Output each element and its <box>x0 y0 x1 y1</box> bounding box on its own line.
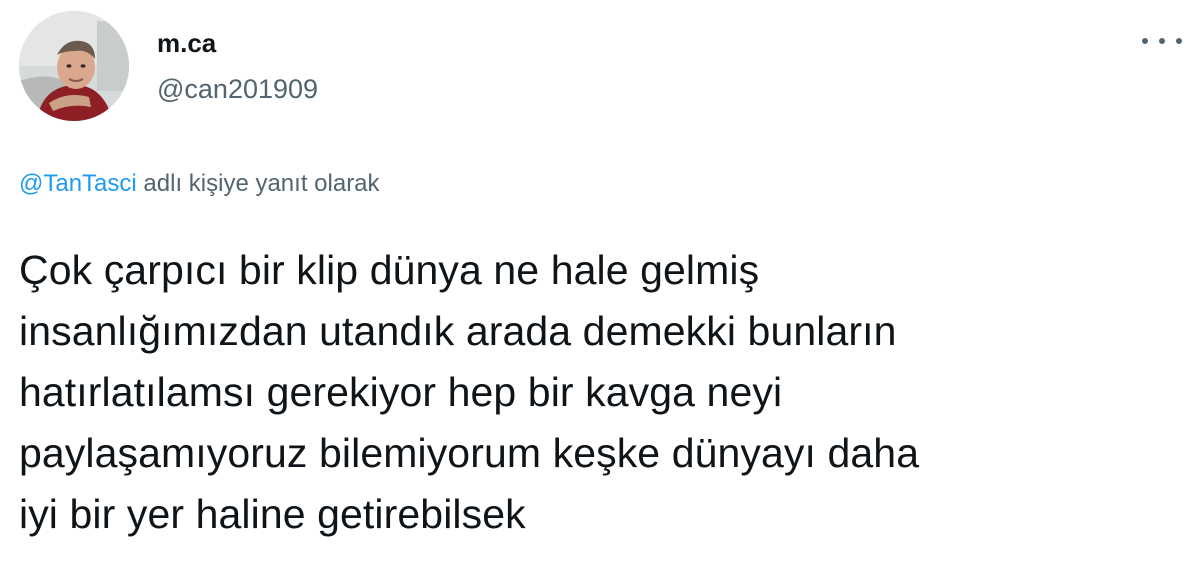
more-dot <box>1142 38 1148 44</box>
more-options-icon[interactable] <box>1142 26 1182 56</box>
display-name[interactable]: m.ca <box>157 26 216 60</box>
user-handle[interactable]: @can201909 <box>157 72 318 106</box>
reply-suffix: adlı kişiye yanıt olarak <box>136 170 380 197</box>
reply-context: @TanTasci adlı kişiye yanıt olarak <box>19 168 380 200</box>
more-dot <box>1176 38 1182 44</box>
tweet-text: Çok çarpıcı bir klip dünya ne hale gelmi… <box>19 247 920 537</box>
reply-mention-link[interactable]: @TanTasci <box>19 170 137 197</box>
user-avatar-photo <box>19 11 129 121</box>
tweet-card: m.ca @can201909 @TanTasci adlı kişiye ya… <box>0 0 1200 569</box>
avatar[interactable] <box>19 11 129 121</box>
more-dot <box>1159 38 1165 44</box>
